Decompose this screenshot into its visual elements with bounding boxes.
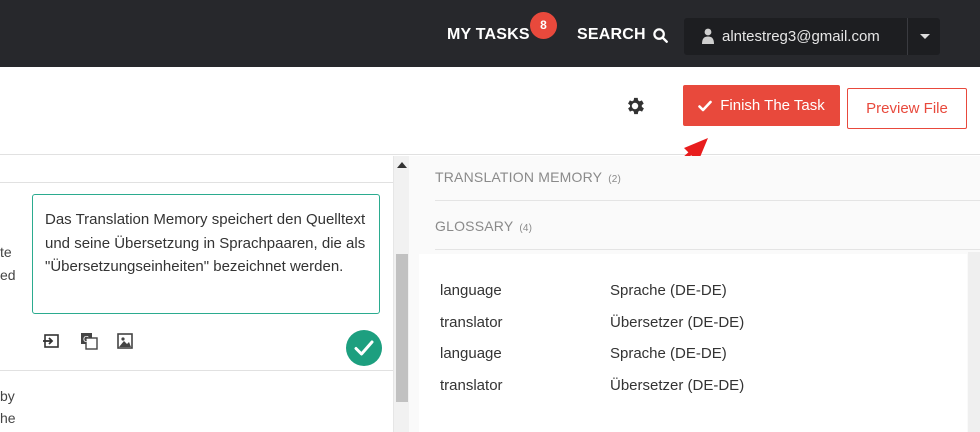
- glossary-term[interactable]: language: [440, 345, 502, 362]
- chevron-down-icon[interactable]: [920, 34, 930, 39]
- glossary-translation[interactable]: Sprache (DE-DE): [610, 345, 727, 362]
- source-text-fragment: te: [0, 244, 12, 260]
- glossary-count: (4): [519, 223, 533, 234]
- translation-memory-title: TRANSLATION MEMORY: [435, 169, 603, 185]
- source-text-fragment: by: [0, 388, 15, 404]
- target-text-input[interactable]: Das Translation Memory speichert den Que…: [32, 194, 380, 314]
- scroll-thumb[interactable]: [396, 254, 408, 402]
- segment-divider: [0, 182, 393, 183]
- source-text-fragment: he: [0, 410, 16, 426]
- user-email: alntestreg3@gmail.com: [722, 28, 880, 45]
- glossary-list: language Sprache (DE-DE) translator Über…: [419, 254, 967, 432]
- glossary-header[interactable]: GLOSSARY (4): [435, 218, 532, 234]
- check-icon: [698, 100, 713, 111]
- confirm-check-icon: [354, 340, 374, 356]
- section-divider: [435, 200, 980, 201]
- top-navbar: MY TASKS 8 SEARCH alntestreg3@gmail.com: [0, 0, 980, 67]
- confirm-segment-button[interactable]: [346, 330, 382, 366]
- arrow-up-icon[interactable]: [397, 162, 407, 168]
- glossary-translation[interactable]: Übersetzer (DE-DE): [610, 377, 744, 394]
- translation-memory-count: (2): [608, 174, 622, 185]
- segment-editor: te ed Das Translation Memory speichert d…: [0, 156, 393, 432]
- svg-text:G: G: [83, 335, 89, 344]
- preview-file-button[interactable]: Preview File: [847, 88, 967, 129]
- image-icon[interactable]: [116, 332, 134, 350]
- glossary-translation[interactable]: Sprache (DE-DE): [610, 282, 727, 299]
- glossary-term[interactable]: translator: [440, 314, 503, 331]
- finish-task-label: Finish The Task: [720, 97, 825, 114]
- user-icon: [702, 28, 714, 44]
- user-menu[interactable]: alntestreg3@gmail.com: [684, 18, 940, 55]
- source-text-fragment: ed: [0, 267, 16, 283]
- section-divider: [435, 249, 980, 250]
- search-icon: [653, 27, 668, 43]
- editor-toolbar: Finish The Task Preview File: [0, 67, 980, 155]
- my-tasks-link[interactable]: MY TASKS: [447, 26, 530, 44]
- tasks-count-badge: 8: [530, 12, 557, 39]
- user-menu-divider: [907, 18, 908, 55]
- search-link[interactable]: SEARCH: [577, 26, 668, 44]
- translation-memory-header[interactable]: TRANSLATION MEMORY (2): [435, 169, 621, 185]
- glossary-translation[interactable]: Übersetzer (DE-DE): [610, 314, 744, 331]
- glossary-term[interactable]: language: [440, 282, 502, 299]
- glossary-title: GLOSSARY: [435, 218, 514, 234]
- gear-icon[interactable]: [624, 95, 646, 117]
- glossary-term[interactable]: translator: [440, 377, 503, 394]
- editor-scrollbar[interactable]: [393, 156, 409, 432]
- finish-task-button[interactable]: Finish The Task: [683, 85, 840, 126]
- resources-panel: TRANSLATION MEMORY (2) GLOSSARY (4) langua…: [409, 156, 980, 432]
- search-label: SEARCH: [577, 26, 646, 43]
- machine-translate-icon[interactable]: G: [80, 332, 98, 350]
- insert-source-icon[interactable]: [42, 332, 60, 350]
- segment-divider: [0, 370, 393, 371]
- glossary-scrollbar[interactable]: [968, 252, 980, 432]
